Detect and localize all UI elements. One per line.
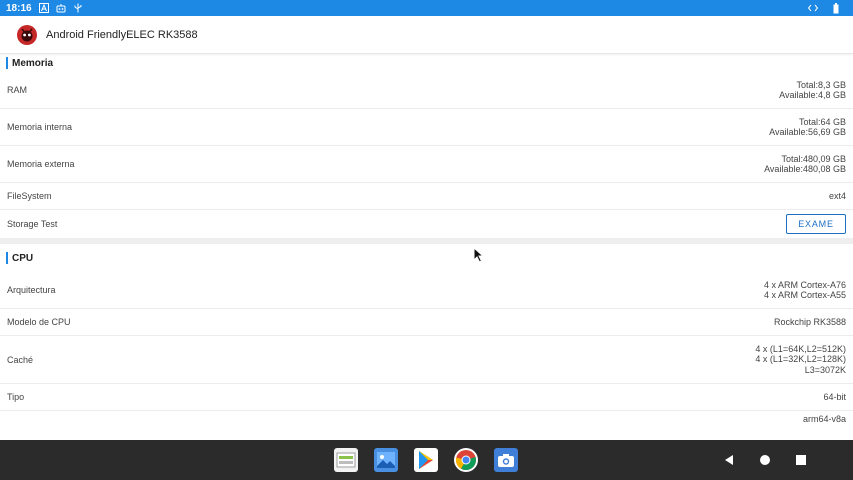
cpu-type-value: 64-bit [823,391,846,402]
info-content[interactable]: Memoria RAM Total:8,3 GB Available:4,8 G… [0,54,853,440]
architecture-label: Arquitectura [7,285,56,295]
back-icon[interactable] [721,452,737,468]
mouse-cursor-icon [473,246,485,263]
abi-value: arm64-v8a [802,414,846,424]
architecture-value: 4 x ARM Cortex-A76 4 x ARM Cortex-A55 [764,280,846,301]
cpu-model-row: Modelo de CPU Rockchip RK3588 [0,309,853,336]
memory-section-header: Memoria [0,54,853,72]
filesystem-row: FileSystem ext4 [0,183,853,210]
home-icon[interactable] [757,452,773,468]
ram-value: Total:8,3 GB Available:4,8 GB [779,80,846,101]
status-time: 18:16 [6,2,32,14]
internal-storage-row: Memoria interna Total:64 GB Available:56… [0,109,853,146]
architecture-line-2: 4 x ARM Cortex-A55 [763,290,846,300]
external-total: Total:480,09 GB [781,153,846,164]
gallery-app-icon[interactable] [374,448,398,472]
cache-value: 4 x (L1=64K,L2=512K) 4 x (L1=32K,L2=128K… [755,344,846,376]
play-store-icon[interactable] [414,448,438,472]
usb-icon [72,2,84,14]
internal-storage-value: Total:64 GB Available:56,69 GB [769,117,846,138]
storage-test-row: Storage Test EXAME [0,210,853,238]
ram-row: RAM Total:8,3 GB Available:4,8 GB [0,72,853,109]
section-accent-bar [6,252,8,264]
recents-icon[interactable] [793,452,809,468]
cache-row: Caché 4 x (L1=64K,L2=512K) 4 x (L1=32K,L… [0,336,853,384]
navigation-bar [0,440,853,480]
external-storage-row: Memoria externa Total:480,09 GB Availabl… [0,146,853,183]
robot-icon [55,2,67,14]
storage-test-label: Storage Test [7,219,58,229]
chrome-icon[interactable] [454,448,478,472]
app-title: Android FriendlyELEC RK3588 [46,28,198,41]
architecture-line-1: 4 x ARM Cortex-A76 [763,279,846,290]
app-dock [334,448,518,472]
cache-line-1: 4 x (L1=64K,L2=512K) [755,343,846,354]
section-accent-bar [6,57,8,69]
app-bar: Android FriendlyELEC RK3588 [0,16,853,54]
cpu-type-row: Tipo 64-bit [0,384,853,411]
architecture-row: Arquitectura 4 x ARM Cortex-A76 4 x ARM … [0,272,853,309]
external-available: Available:480,08 GB [764,164,846,174]
internal-total: Total:64 GB [798,116,846,127]
external-storage-value: Total:480,09 GB Available:480,08 GB [764,154,846,175]
cpu-model-label: Modelo de CPU [7,317,71,327]
cpu-section-header: CPU [0,244,853,272]
external-storage-label: Memoria externa [7,159,75,169]
cpu-model-value: Rockchip RK3588 [773,316,846,327]
cache-label: Caché [7,354,34,365]
camera-app-icon[interactable] [494,448,518,472]
ram-label: RAM [7,85,27,95]
cpu-type-label: Tipo [7,392,25,402]
abi-row: arm64-v8a [0,411,853,431]
storage-test-exam-button[interactable]: EXAME [786,214,846,234]
ethernet-icon [807,2,819,14]
antutu-logo-icon [16,24,38,46]
cpu-section-title: CPU [12,252,34,264]
cache-line-3: L3=3072K [804,364,846,375]
battery-icon [830,2,842,14]
ram-total: Total:8,3 GB [796,79,846,90]
filesystem-value: ext4 [828,190,846,201]
internal-storage-label: Memoria interna [7,122,73,132]
files-app-icon[interactable] [334,448,358,472]
status-bar: 18:16 [0,0,853,16]
memory-section-title: Memoria [12,57,54,69]
system-nav-buttons [721,452,809,468]
notification-a-icon [38,2,50,14]
filesystem-label: FileSystem [7,191,52,201]
ram-available: Available:4,8 GB [779,90,846,100]
cache-line-2: 4 x (L1=32K,L2=128K) [755,354,846,365]
internal-available: Available:56,69 GB [769,127,846,137]
